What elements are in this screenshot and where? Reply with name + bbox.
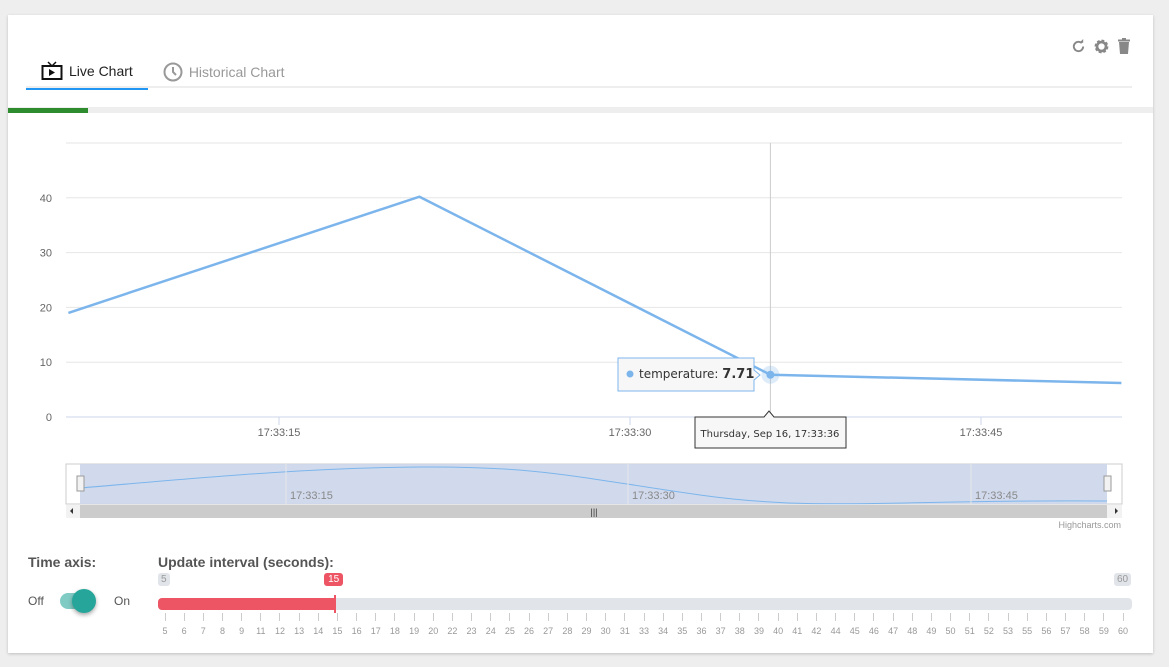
slider-tick: 27 [538,613,558,636]
slider-tick: 24 [481,613,501,636]
slider-tick: 50 [941,613,961,636]
slider-fill [158,598,336,610]
slider-tick: 28 [557,613,577,636]
slider-tick: 40 [768,613,788,636]
slider-tick: 14 [308,613,328,636]
slider-tick: 25 [500,613,520,636]
slider-tick: 49 [921,613,941,636]
y-tick-label: 30 [40,248,52,260]
slider-max-label: 60 [1114,573,1132,586]
highcharts-credits[interactable]: Highcharts.com [1058,520,1121,530]
x-tick-label: 17:33:45 [960,427,1003,439]
slider-tick: 12 [270,613,290,636]
slider-ticks: 5 6 7 8 9 11 12 13 14 15 16 17 18 19 20 22 23 24 25 26 27 28 2… [162,613,1128,643]
slider-tick: 60 [1113,613,1133,636]
slider-tick: 51 [960,613,980,636]
slider-tick: 30 [596,613,616,636]
slider-tick: 8 [212,613,232,636]
live-chart[interactable]: 0 10 20 30 40 17:33:15 17:33:30 17:33:45 tempera… [0,0,1169,540]
y-tick-label: 20 [40,302,52,314]
slider-tick: 16 [347,613,367,636]
scrollbar-grip-icon: ||| [590,507,597,517]
slider-tick: 58 [1075,613,1095,636]
tooltip-marker [626,370,634,378]
slider-tick: 36 [691,613,711,636]
tooltip-series: temperature: 7.71 [639,367,754,382]
slider-tick: 33 [634,613,654,636]
navigator-tick-label: 17:33:45 [975,490,1018,502]
x-tick-label: 17:33:30 [609,427,652,439]
slider-min-label: 5 [158,573,170,586]
slider-tick: 47 [883,613,903,636]
slider-tick: 18 [385,613,405,636]
update-interval-label: Update interval (seconds): [158,554,334,570]
series-line-temperature [68,195,1122,385]
navigator-tick-label: 17:33:15 [290,490,333,502]
update-interval-slider[interactable] [158,595,1132,613]
slider-tick: 31 [615,613,635,636]
y-tick-label: 10 [40,357,52,369]
slider-tick: 20 [423,613,443,636]
slider-tick: 7 [193,613,213,636]
navigator-tick-label: 17:33:30 [632,490,675,502]
slider-tick: 15 [327,613,347,636]
slider-tick: 35 [672,613,692,636]
slider-tick: 56 [1036,613,1056,636]
slider-tick: 34 [653,613,673,636]
x-tick-label: 17:33:15 [258,427,301,439]
slider-value-label: 15 [324,573,344,586]
slider-tick: 42 [806,613,826,636]
slider-tick: 44 [826,613,846,636]
slider-tick: 46 [864,613,884,636]
slider-tick: 29 [577,613,597,636]
slider-tick: 48 [902,613,922,636]
time-axis-label: Time axis: [28,554,97,570]
y-tick-label: 0 [46,412,52,424]
time-axis-toggle[interactable] [60,589,96,613]
slider-tick: 19 [404,613,424,636]
slider-tick: 45 [845,613,865,636]
navigator-mask [80,464,1107,504]
slider-handle[interactable] [334,595,337,613]
toggle-off-label: Off [28,594,44,608]
data-point [766,370,775,379]
toggle-knob[interactable] [72,589,96,613]
slider-tick: 38 [730,613,750,636]
navigator-handle[interactable] [76,475,85,492]
y-tick-label: 40 [40,193,52,205]
slider-tick: 59 [1094,613,1114,636]
slider-tick: 52 [979,613,999,636]
navigator-handle[interactable] [1103,475,1112,492]
slider-tick: 23 [462,613,482,636]
slider-tick: 57 [1056,613,1076,636]
slider-tick: 17 [366,613,386,636]
axis-tooltip-date: Thursday, Sep 16, 17:33:36 [700,429,840,440]
slider-tick: 55 [1017,613,1037,636]
slider-tick: 13 [289,613,309,636]
slider-tick: 22 [442,613,462,636]
slider-tick: 39 [749,613,769,636]
slider-tick: 41 [787,613,807,636]
slider-tick: 9 [232,613,252,636]
slider-tick: 53 [998,613,1018,636]
slider-tick: 26 [519,613,539,636]
toggle-on-label: On [114,594,131,608]
slider-tick: 6 [174,613,194,636]
slider-tick: 11 [251,613,271,636]
slider-tick: 37 [711,613,731,636]
slider-tick: 5 [155,613,175,636]
